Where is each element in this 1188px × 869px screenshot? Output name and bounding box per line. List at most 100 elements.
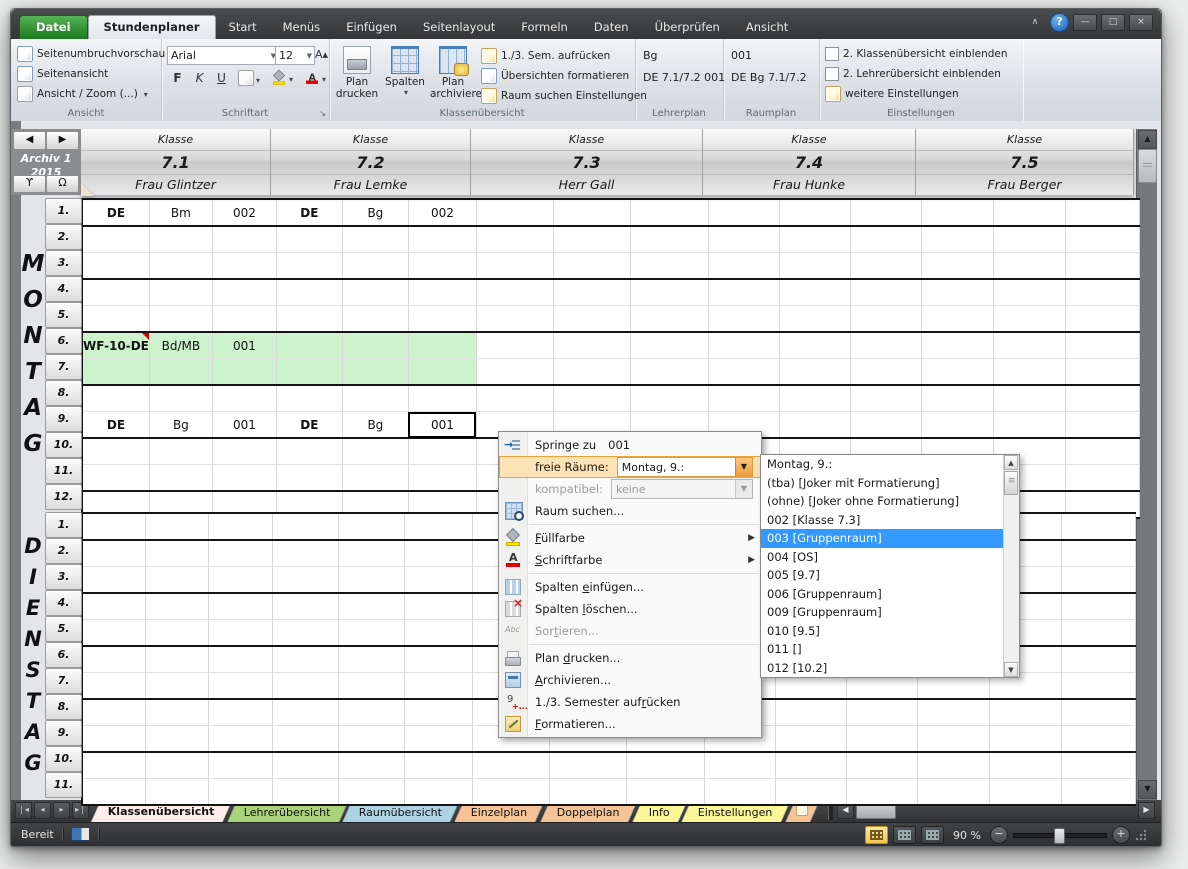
timetable-cell[interactable]	[708, 359, 779, 386]
timetable-cell[interactable]	[553, 306, 630, 333]
timetable-cell[interactable]	[408, 253, 476, 280]
timetable-cell[interactable]	[338, 567, 404, 594]
timetable-cell[interactable]	[917, 699, 989, 726]
timetable-cell[interactable]	[630, 226, 708, 253]
row-header-dienstag-6[interactable]: 6.	[45, 642, 82, 668]
row-header-montag-6[interactable]: 6.	[45, 328, 82, 354]
scroll-up-icon[interactable]: ▲	[1004, 455, 1018, 470]
timetable-cell[interactable]	[993, 359, 1065, 386]
scroll-right-icon[interactable]: ▶	[1138, 802, 1155, 819]
timetable-cell[interactable]	[149, 385, 212, 412]
timetable-cell[interactable]	[708, 279, 779, 306]
timetable-cell[interactable]	[850, 385, 921, 412]
timetable-cell[interactable]	[145, 620, 208, 647]
timetable-cell[interactable]	[775, 779, 846, 806]
timetable-cell[interactable]	[850, 279, 921, 306]
border-button[interactable]: ▾	[233, 69, 265, 89]
timetable-cell[interactable]	[212, 438, 276, 465]
room-option[interactable]: 009 [Gruppenraum]	[761, 603, 1003, 622]
timetable-cell[interactable]	[850, 359, 921, 386]
lesson-subject-cell[interactable]: DE	[276, 412, 342, 439]
ribbon-tab-ansicht[interactable]: Ansicht	[733, 16, 801, 39]
lesson-room-cell[interactable]: 002	[408, 199, 476, 226]
timetable-cell[interactable]	[408, 385, 476, 412]
timetable-cell[interactable]	[704, 752, 775, 779]
timetable-cell[interactable]	[408, 306, 476, 333]
timetable-cell[interactable]	[630, 253, 708, 280]
timetable-cell[interactable]	[779, 226, 850, 253]
row-header-montag-12[interactable]: 12.	[45, 484, 82, 510]
lesson-teacher-cell[interactable]: Bg	[342, 412, 408, 439]
timetable-cell[interactable]	[779, 199, 850, 226]
timetable-cell[interactable]	[549, 779, 626, 806]
resize-grip[interactable]	[1135, 829, 1147, 841]
uebersichten-formatieren-button[interactable]: Übersichten formatieren	[481, 67, 629, 85]
timetable-cell[interactable]	[775, 752, 846, 779]
timetable-cell[interactable]	[145, 593, 208, 620]
timetable-cell[interactable]	[1065, 412, 1139, 439]
menu-item-schriftfarbe[interactable]: Schriftfarbe▶	[499, 549, 761, 571]
room-option[interactable]: 011 []	[761, 640, 1003, 659]
timetable-cell[interactable]	[779, 332, 850, 359]
timetable-cell[interactable]	[779, 385, 850, 412]
ribbon-tab-men-s[interactable]: Menüs	[270, 16, 334, 39]
timetable-cell[interactable]	[145, 699, 208, 726]
tab-split-handle[interactable]	[828, 804, 833, 820]
timetable-cell[interactable]	[993, 199, 1065, 226]
timetable-cell[interactable]	[145, 646, 208, 673]
timetable-cell[interactable]	[989, 699, 1061, 726]
lesson-room-cell[interactable]: 001	[212, 412, 276, 439]
timetable-cell[interactable]	[404, 699, 472, 726]
timetable-cell[interactable]	[272, 540, 338, 567]
timetable-cell[interactable]	[338, 540, 404, 567]
timetable-cell[interactable]	[338, 620, 404, 647]
normal-view-button[interactable]	[865, 826, 888, 844]
timetable-cell[interactable]	[553, 253, 630, 280]
timetable-cell[interactable]	[272, 673, 338, 700]
ribbon-tab-formeln[interactable]: Formeln	[508, 16, 581, 39]
room-option[interactable]: 005 [9.7]	[761, 566, 1003, 585]
timetable-cell[interactable]	[82, 226, 149, 253]
row-header-dienstag-4[interactable]: 4.	[45, 590, 82, 616]
timetable-cell[interactable]	[472, 752, 549, 779]
timetable-cell[interactable]	[1065, 199, 1139, 226]
scroll-up-icon[interactable]: ▲	[1138, 130, 1157, 149]
timetable-cell[interactable]	[993, 226, 1065, 253]
timetable-cell[interactable]	[1065, 306, 1139, 333]
timetable-cell[interactable]	[917, 752, 989, 779]
timetable-cell[interactable]	[82, 385, 149, 412]
timetable-cell[interactable]	[272, 752, 338, 779]
timetable-cell[interactable]	[145, 513, 208, 540]
next-sheet-icon[interactable]: ▸	[53, 802, 70, 819]
timetable-cell[interactable]	[82, 438, 149, 465]
timetable-cell[interactable]	[1061, 513, 1135, 540]
row-header-dienstag-1[interactable]: 1.	[45, 512, 82, 538]
timetable-cell[interactable]	[82, 620, 145, 647]
ribbon-tab-stundenplaner[interactable]: Stundenplaner	[88, 15, 216, 39]
selected-room-cell[interactable]: 001	[408, 412, 476, 439]
timetable-cell[interactable]	[338, 752, 404, 779]
help-icon[interactable]: ?	[1050, 13, 1069, 32]
checkbox-2-klassenuebersicht[interactable]: 2. Klassenübersicht einblenden	[825, 45, 1008, 63]
timetable-cell[interactable]	[338, 699, 404, 726]
timetable-cell[interactable]	[408, 438, 476, 465]
raum-suchen-einstellungen-button[interactable]: Raum suchen Einstellungen	[481, 87, 647, 105]
zoom-slider[interactable]	[1013, 833, 1107, 838]
timetable-cell[interactable]	[342, 226, 408, 253]
timetable-cell[interactable]	[1061, 620, 1135, 647]
timetable-cell[interactable]	[630, 385, 708, 412]
pagebreak-preview-button[interactable]: Seitenumbruchvorschau	[17, 45, 165, 63]
timetable-cell[interactable]	[921, 332, 993, 359]
timetable-cell[interactable]	[408, 359, 476, 386]
next-week-button[interactable]: ▶	[46, 131, 79, 150]
timetable-cell[interactable]	[276, 253, 342, 280]
timetable-cell[interactable]	[1061, 673, 1135, 700]
timetable-cell[interactable]	[342, 385, 408, 412]
close-button[interactable]: ×	[1129, 14, 1153, 31]
timetable-cell[interactable]	[212, 465, 276, 492]
dropdown-scrollbar[interactable]: ▲▼	[1003, 455, 1019, 677]
fill-color-button[interactable]: ▾	[266, 69, 298, 89]
timetable-cell[interactable]	[276, 359, 342, 386]
timetable-cell[interactable]	[779, 306, 850, 333]
timetable-cell[interactable]	[993, 412, 1065, 439]
